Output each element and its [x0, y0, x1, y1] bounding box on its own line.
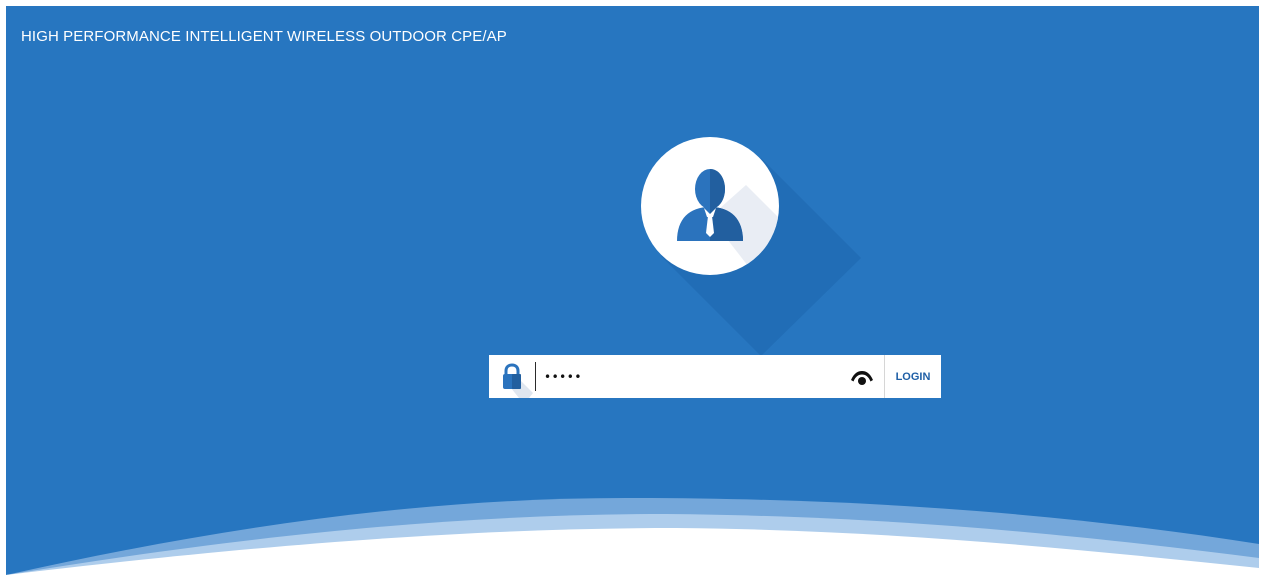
login-form: LOGIN — [489, 355, 941, 398]
user-avatar — [641, 137, 779, 275]
eye-icon — [851, 371, 873, 385]
bottom-wave — [6, 498, 1259, 575]
input-divider — [535, 362, 536, 391]
login-page: HIGH PERFORMANCE INTELLIGENT WIRELESS OU… — [6, 6, 1259, 575]
lock-icon — [503, 363, 533, 398]
login-button[interactable]: LOGIN — [885, 355, 941, 398]
password-input[interactable] — [544, 361, 844, 392]
page-title: HIGH PERFORMANCE INTELLIGENT WIRELESS OU… — [21, 28, 507, 45]
lock-box — [489, 355, 535, 398]
user-avatar-icon — [677, 169, 779, 275]
show-password-toggle[interactable] — [847, 363, 877, 390]
